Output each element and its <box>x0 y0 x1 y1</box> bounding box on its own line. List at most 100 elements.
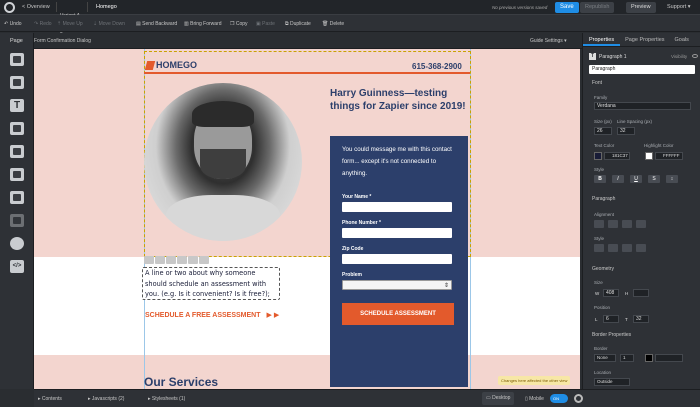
align-left-icon[interactable] <box>594 220 604 228</box>
mobile-toggle-switch[interactable]: ON <box>550 394 568 403</box>
font-section-header[interactable]: Font <box>592 80 602 86</box>
name-input[interactable] <box>342 202 452 212</box>
form-tool-icon[interactable] <box>10 168 24 181</box>
line-spacing-input[interactable]: 32 <box>617 127 635 135</box>
bullet-list-icon[interactable] <box>594 244 604 252</box>
phone-input[interactable] <box>342 228 452 238</box>
move-up-button[interactable]: ⇡ Move Up <box>57 21 83 27</box>
text-color-label: Text Color <box>594 143 615 148</box>
republish-label: Republish <box>585 4 610 10</box>
send-backward-label: Send Backward <box>142 21 178 27</box>
javascripts-toggle[interactable]: ▸ Javascripts (2) <box>88 396 124 402</box>
location-select[interactable]: Outside <box>594 378 630 386</box>
bold-mini-icon[interactable] <box>144 256 154 264</box>
undo-button[interactable]: ↶ Undo <box>4 21 22 27</box>
element-type-select[interactable]: Paragraph <box>589 65 695 74</box>
strikethrough-icon[interactable]: S <box>648 175 660 183</box>
list-mini-icon[interactable] <box>177 256 187 264</box>
mobile-view-button[interactable]: ▯ Mobile <box>525 396 544 402</box>
highlight-color-input[interactable]: FFFFFF <box>655 152 683 160</box>
left-input[interactable]: 6 <box>603 315 619 323</box>
preview-button[interactable]: Preview <box>626 2 656 13</box>
schedule-assessment-button[interactable]: SCHEDULE ASSESSMENT <box>342 303 454 325</box>
logo-mark-icon <box>144 60 156 70</box>
font-family-select[interactable]: Verdana <box>594 102 691 110</box>
move-down-button[interactable]: ⇣ Move Down <box>93 21 125 27</box>
contents-toggle[interactable]: ▸ Contents <box>38 396 62 402</box>
align-justify-icon[interactable] <box>636 220 646 228</box>
border-section-header[interactable]: Border Properties <box>592 332 631 338</box>
tab-goals[interactable]: Goals <box>670 33 694 46</box>
section-tool-icon[interactable] <box>10 53 24 66</box>
italic-icon[interactable]: I <box>612 175 624 183</box>
width-value: 408 <box>606 290 615 296</box>
paste-button[interactable]: ▣ Paste <box>256 21 275 27</box>
eye-icon[interactable] <box>692 54 698 58</box>
zip-input[interactable] <box>342 254 452 264</box>
desktop-view-button[interactable]: ▭ Desktop <box>482 392 515 405</box>
stylesheets-toggle[interactable]: ▸ Stylesheets (1) <box>148 396 185 402</box>
problem-select[interactable]: ⇕ <box>342 280 452 290</box>
tab-page[interactable]: Page <box>10 38 23 44</box>
lightbox-tool-icon[interactable] <box>10 145 24 158</box>
indent-icon[interactable] <box>622 244 632 252</box>
bring-forward-button[interactable]: ▥ Bring Forward <box>184 21 222 27</box>
support-menu[interactable]: Support ▾ <box>667 4 691 10</box>
align-right-icon[interactable] <box>622 220 632 228</box>
case-icon[interactable]: ↕ <box>666 175 678 183</box>
text-tool-icon[interactable]: T <box>10 99 24 112</box>
send-backward-button[interactable]: ▤ Send Backward <box>136 21 177 27</box>
box-tool-icon[interactable] <box>10 76 24 89</box>
redo-button[interactable]: ↷ Redo <box>34 21 52 27</box>
underline-mini-icon[interactable] <box>166 256 176 264</box>
number-list-icon[interactable] <box>608 244 618 252</box>
border-width-input[interactable]: 1 <box>620 354 634 362</box>
height-input[interactable] <box>633 289 649 297</box>
back-to-overview-link[interactable]: < Overview <box>22 4 50 10</box>
cta-link[interactable]: SCHEDULE A FREE ASSESSMENT ▶ ▶ <box>145 311 279 320</box>
bold-icon[interactable]: B <box>594 175 606 183</box>
variant-selector[interactable]: Variant A ▾ <box>56 2 88 37</box>
widget-tool-icon[interactable] <box>10 191 24 204</box>
code-tool-icon[interactable]: </> <box>10 260 24 273</box>
border-color-input[interactable] <box>655 354 683 362</box>
geometry-section-header[interactable]: Geometry <box>592 266 614 272</box>
redo-label: Redo <box>39 21 52 27</box>
clear-mini-icon[interactable] <box>199 256 209 264</box>
app-logo-icon[interactable] <box>4 2 15 13</box>
headline[interactable]: Harry Guinness—testing things for Zapier… <box>330 87 472 113</box>
guide-settings-menu[interactable]: Guide Settings ▾ <box>530 38 567 44</box>
tab-page-properties[interactable]: Page Properties <box>620 33 669 46</box>
profile-photo[interactable] <box>144 83 302 241</box>
highlight-color-swatch[interactable] <box>645 152 653 160</box>
link-mini-icon[interactable] <box>188 256 198 264</box>
image-tool-icon[interactable] <box>10 122 24 135</box>
text-color-swatch[interactable] <box>594 152 602 160</box>
text-color-value: 181C37 <box>612 153 628 158</box>
services-heading[interactable]: Our Services <box>144 375 218 389</box>
border-color-swatch[interactable] <box>645 354 653 362</box>
delete-button[interactable]: 🗑 Delete <box>322 21 344 27</box>
contents-label: Contents <box>41 396 62 402</box>
republish-button[interactable]: Republish <box>580 2 615 13</box>
duplicate-button[interactable]: ⧉ Duplicate <box>285 21 311 27</box>
border-style-select[interactable]: None <box>594 354 616 362</box>
italic-mini-icon[interactable] <box>155 256 165 264</box>
font-size-input[interactable]: 26 <box>594 127 612 135</box>
logo[interactable]: HOMEGO <box>144 60 197 70</box>
top-input[interactable]: 32 <box>633 315 649 323</box>
size-label: Size (px) <box>594 119 612 124</box>
save-button[interactable]: Save <box>555 2 579 13</box>
paragraph-section-header[interactable]: Paragraph <box>592 196 615 202</box>
video-tool-icon[interactable] <box>10 237 24 250</box>
tab-properties[interactable]: Properties <box>583 33 621 46</box>
text-color-input[interactable]: 181C37 <box>604 152 630 160</box>
width-input[interactable]: 408 <box>603 289 619 297</box>
selected-paragraph[interactable]: A line or two about why someone should s… <box>142 267 280 300</box>
underline-icon[interactable]: U <box>630 175 642 183</box>
align-center-icon[interactable] <box>608 220 618 228</box>
settings-gear-icon[interactable] <box>574 394 583 403</box>
copy-button[interactable]: ❐ Copy <box>230 21 248 27</box>
outdent-icon[interactable] <box>636 244 646 252</box>
hidden-tool-icon[interactable] <box>10 214 24 227</box>
